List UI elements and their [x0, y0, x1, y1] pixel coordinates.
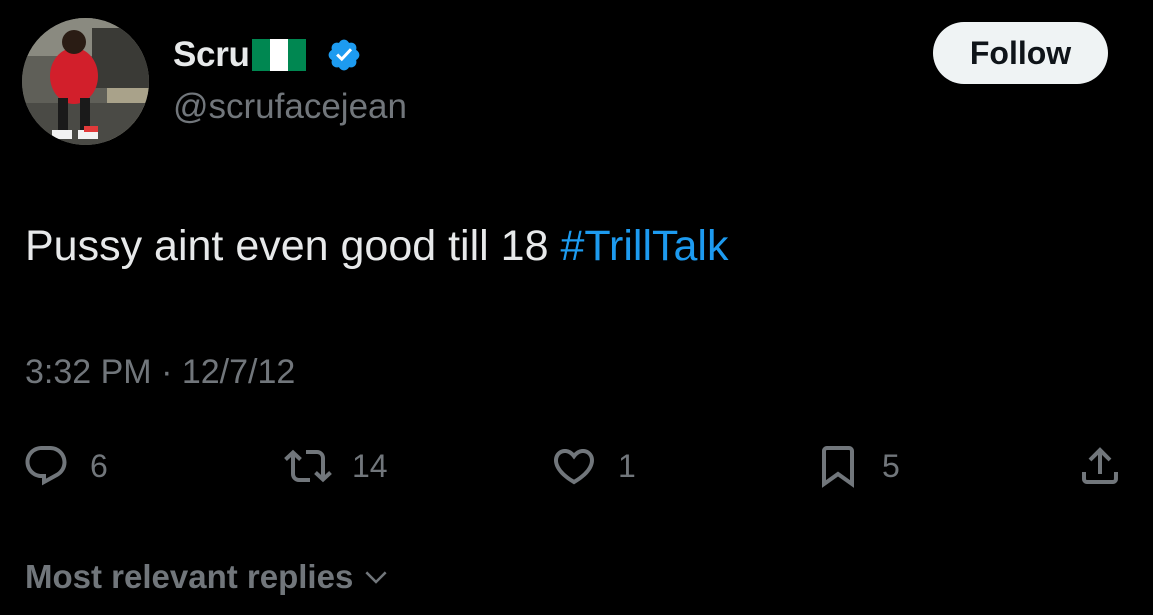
retweet-icon	[284, 449, 332, 483]
nigeria-flag-icon	[251, 39, 306, 71]
user-handle[interactable]: @scrufacejean	[173, 84, 407, 130]
like-count: 1	[618, 447, 636, 484]
heart-icon	[553, 449, 595, 485]
chevron-down-icon	[365, 571, 387, 584]
tweet-text: Pussy aint even good till 18 #TrillTalk	[25, 218, 729, 274]
replies-sort-dropdown[interactable]: Most relevant replies	[25, 554, 391, 600]
avatar-image	[22, 18, 149, 145]
retweet-count: 14	[352, 447, 388, 484]
tweet-timestamp[interactable]: 3:32 PM · 12/7/12	[25, 348, 295, 396]
display-name-row: Scru	[173, 30, 362, 80]
replies-sort-label: Most relevant replies	[25, 558, 354, 595]
share-button[interactable]	[1076, 440, 1124, 492]
bookmark-button[interactable]: 5	[814, 440, 900, 492]
reply-button[interactable]: 6	[22, 440, 108, 492]
reply-count: 6	[90, 447, 108, 484]
hashtag-link[interactable]: #TrillTalk	[560, 222, 728, 270]
avatar[interactable]	[22, 18, 149, 145]
display-name[interactable]: Scru	[173, 30, 250, 80]
follow-button[interactable]: Follow	[933, 22, 1108, 84]
bookmark-icon	[822, 446, 854, 488]
verified-badge-icon[interactable]	[326, 37, 362, 73]
reply-icon	[25, 446, 67, 486]
retweet-button[interactable]: 14	[284, 440, 388, 492]
share-icon	[1082, 447, 1118, 484]
tweet-body: Pussy aint even good till 18	[25, 222, 561, 270]
bookmark-count: 5	[882, 447, 900, 484]
like-button[interactable]: 1	[550, 440, 636, 492]
